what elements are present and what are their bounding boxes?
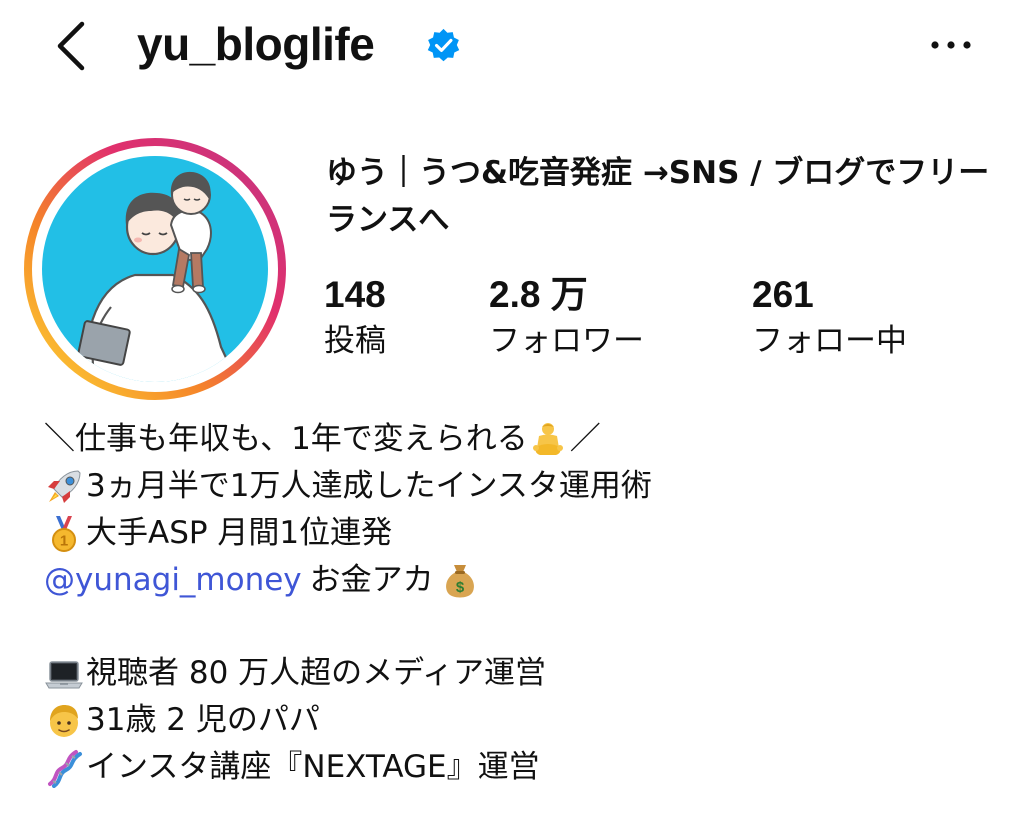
verified-badge-icon xyxy=(425,27,462,64)
money-bag-emoji: $ xyxy=(440,561,480,601)
more-horizontal-icon[interactable] xyxy=(926,30,976,60)
profile-avatar[interactable] xyxy=(23,137,287,401)
stat-posts[interactable]: 148 投稿 xyxy=(324,272,386,364)
medal-emoji: 1 xyxy=(44,514,84,554)
person-in-lotus-position-emoji xyxy=(528,420,568,460)
posts-count: 148 xyxy=(324,274,386,315)
bio-spacer xyxy=(44,604,1004,650)
bio-line: インスタ講座『NEXTAGE』運営 xyxy=(44,744,1004,791)
laptop-emoji xyxy=(44,654,84,694)
bio-text: 3ヵ月半で1万人達成したインスタ運用術 xyxy=(86,468,652,504)
followers-label: フォロワー xyxy=(489,323,644,359)
display-name: ゆう｜うつ&吃音発症 →SNS / ブログでフリーランスへ xyxy=(326,155,990,238)
bio-text: ／ xyxy=(569,421,601,457)
stat-followers[interactable]: 2.8 万 フォロワー xyxy=(489,272,644,364)
profile-bio: ＼仕事も年収も、1年で変えられる ／ 3ヵ月半で1万人達成したインスタ運用術 1… xyxy=(44,416,1004,791)
following-label: フォロー中 xyxy=(752,323,907,359)
bio-text: インスタ講座『NEXTAGE』運営 xyxy=(86,749,540,785)
following-count: 261 xyxy=(752,274,814,315)
bio-line: 1 大手ASP 月間1位連発 xyxy=(44,510,1004,557)
man-emoji xyxy=(44,701,84,741)
bio-text: お金アカ xyxy=(309,562,434,598)
bio-text: 31歳 2 児のパパ xyxy=(86,702,320,738)
svg-text:$: $ xyxy=(456,579,465,596)
bio-line: 3ヵ月半で1万人達成したインスタ運用術 xyxy=(44,463,1004,510)
followers-count: 2.8 万 xyxy=(489,274,588,315)
stat-following[interactable]: 261 フォロー中 xyxy=(752,272,907,364)
bio-text: 視聴者 80 万人超のメディア運営 xyxy=(86,655,546,691)
bio-line: ＼仕事も年収も、1年で変えられる ／ xyxy=(44,416,1004,463)
username: yu_bloglife xyxy=(137,18,375,70)
rocket-emoji xyxy=(44,467,84,507)
bio-text: ＼仕事も年収も、1年で変えられる xyxy=(44,421,528,457)
dna-emoji xyxy=(44,748,84,788)
mention-link[interactable]: @yunagi_money xyxy=(44,557,302,604)
bio-line: 31歳 2 児のパパ xyxy=(44,697,1004,744)
profile-header: yu_bloglife xyxy=(0,0,1024,92)
bio-line: 視聴者 80 万人超のメディア運営 xyxy=(44,650,1004,697)
chevron-left-icon[interactable] xyxy=(46,18,96,74)
bio-text: 大手ASP 月間1位連発 xyxy=(86,515,393,551)
svg-text:1: 1 xyxy=(60,532,68,549)
bio-line: @yunagi_money お金アカ $ xyxy=(44,557,1004,604)
posts-label: 投稿 xyxy=(324,323,386,359)
